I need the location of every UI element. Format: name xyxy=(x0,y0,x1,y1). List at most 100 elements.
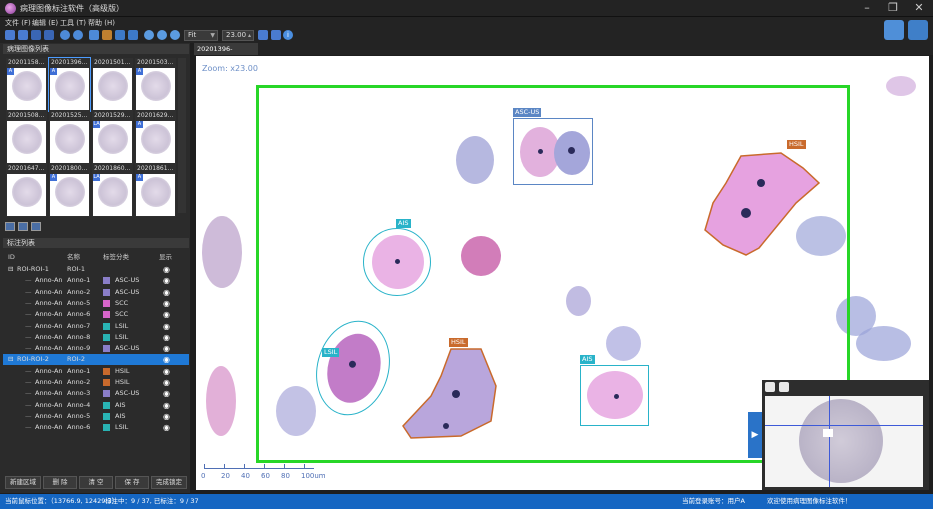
delete-button[interactable]: 删 除 xyxy=(43,476,77,489)
save-icon[interactable] xyxy=(31,30,41,40)
export-icon[interactable] xyxy=(128,30,138,40)
thumbnail-item[interactable]: 20201525... xyxy=(49,111,90,164)
flag-icon[interactable] xyxy=(258,30,268,40)
thumbnail-item[interactable]: 20201800... A xyxy=(49,164,90,217)
menu-help[interactable]: 帮助 (H) xyxy=(88,17,115,29)
home-icon[interactable] xyxy=(908,20,928,40)
roi-row[interactable]: ⊟ ROI-ROI-2 ROI-2 ◉ xyxy=(3,354,189,366)
visibility-eye-icon[interactable]: ◉ xyxy=(163,309,170,320)
maximize-button[interactable]: ❐ xyxy=(881,1,905,15)
visibility-eye-icon[interactable]: ◉ xyxy=(163,388,170,399)
zoom-out-icon[interactable] xyxy=(157,30,167,40)
anno-id: Anno-An xyxy=(35,366,63,375)
visibility-eye-icon[interactable]: ◉ xyxy=(163,411,170,422)
zoom-value-input[interactable]: 23.00 ▴ xyxy=(222,30,254,41)
annotation-row[interactable]: — Anno-An Anno-1 HSIL ◉ xyxy=(3,366,189,377)
zoom-in-icon[interactable] xyxy=(144,30,154,40)
thumbnail-item[interactable]: 20201860... LA xyxy=(92,164,133,217)
menu-file[interactable]: 文件 (F) xyxy=(5,17,31,29)
thumbnail-item[interactable]: 20201158... A xyxy=(6,58,47,111)
open-file-icon[interactable] xyxy=(18,30,28,40)
visibility-eye-icon[interactable]: ◉ xyxy=(163,298,170,309)
menu-edit[interactable]: 编辑 (E) xyxy=(32,17,58,29)
new-region-button[interactable]: 新建区域 xyxy=(5,476,41,489)
thumbnail-item[interactable]: 20201861... A xyxy=(135,164,176,217)
finish-lock-button[interactable]: 完成锁定 xyxy=(151,476,187,489)
visibility-eye-icon[interactable]: ◉ xyxy=(163,287,170,298)
thumbnail-item[interactable]: 20201647... xyxy=(6,164,47,217)
annotation-row[interactable]: — Anno-An Anno-5 SCC ◉ xyxy=(3,298,189,309)
visibility-eye-icon[interactable]: ◉ xyxy=(163,377,170,388)
anno-name: Anno-9 xyxy=(67,344,91,353)
panel-expand-button[interactable]: ▶ xyxy=(748,412,762,458)
annotation-row[interactable]: — Anno-An Anno-8 LSIL ◉ xyxy=(3,332,189,343)
collapse-toggle-icon[interactable]: ⊟ xyxy=(8,354,13,365)
tab-strip: 20201396-ASCUS.tif× xyxy=(194,43,933,65)
ais-ellipse[interactable] xyxy=(363,228,431,296)
report-icon[interactable] xyxy=(271,30,281,40)
anno-label: ASC-US xyxy=(115,287,140,296)
clear-button[interactable]: 清 空 xyxy=(79,476,113,489)
visibility-eye-icon[interactable]: ◉ xyxy=(163,366,170,377)
ascus-box[interactable] xyxy=(513,118,593,185)
thumbnail-item[interactable]: 20201508... xyxy=(6,111,47,164)
ais-box[interactable] xyxy=(580,365,649,426)
slide-viewer[interactable]: ASC-US HSIL AIS LSIL HSIL AIS Zoom: x23.… xyxy=(196,56,929,490)
thumbnail-scrollbar[interactable] xyxy=(178,58,186,213)
undo-icon[interactable] xyxy=(60,30,70,40)
minimap-center-icon[interactable] xyxy=(765,382,775,392)
minimap[interactable] xyxy=(765,396,923,487)
thumbnail-item[interactable]: 20201396... A xyxy=(48,57,91,112)
annotation-row[interactable]: — Anno-An Anno-6 SCC ◉ xyxy=(3,309,189,320)
visibility-eye-icon[interactable]: ◉ xyxy=(163,321,170,332)
save-all-icon[interactable] xyxy=(44,30,54,40)
close-button[interactable]: ✕ xyxy=(907,1,931,15)
fit-select[interactable]: Fit ▼ xyxy=(184,30,218,41)
annotation-row[interactable]: — Anno-An Anno-3 ASC-US ◉ xyxy=(3,388,189,399)
annotation-row[interactable]: — Anno-An Anno-9 ASC-US ◉ xyxy=(3,343,189,354)
tab-image[interactable]: 20201396-ASCUS.tif× xyxy=(194,43,258,65)
thumbnail-item[interactable]: 20201629... A xyxy=(135,111,176,164)
thumbnail-item[interactable]: 20201529... LA xyxy=(92,111,133,164)
tag-icon[interactable] xyxy=(89,30,99,40)
roi-row[interactable]: ⊟ ROI-ROI-1 ROI-1 ◉ xyxy=(3,264,189,275)
roi-id: ROI-ROI-2 xyxy=(17,355,49,364)
user-manage-icon[interactable] xyxy=(884,20,904,40)
image-icon[interactable] xyxy=(115,30,125,40)
visibility-eye-icon[interactable]: ◉ xyxy=(163,354,170,365)
visibility-eye-icon[interactable]: ◉ xyxy=(163,264,170,275)
hsil-polygon-bottom[interactable] xyxy=(401,346,501,441)
thumbnail-label: 20201800... xyxy=(51,165,88,172)
annotation-row[interactable]: — Anno-An Anno-6 LSIL ◉ xyxy=(3,422,189,433)
annotation-row[interactable]: — Anno-An Anno-2 ASC-US ◉ xyxy=(3,287,189,298)
thumbnail-label: 20201158... xyxy=(8,59,45,66)
collapse-toggle-icon[interactable]: ⊟ xyxy=(8,264,13,275)
thumbnail-item[interactable]: 20201503... A xyxy=(135,58,176,111)
minimize-button[interactable]: – xyxy=(855,1,879,15)
visibility-eye-icon[interactable]: ◉ xyxy=(163,332,170,343)
redo-icon[interactable] xyxy=(73,30,83,40)
open-folder-icon[interactable] xyxy=(5,30,15,40)
grid-view-icon[interactable] xyxy=(18,222,28,231)
thumbnail-item[interactable]: 20201501... xyxy=(92,58,133,111)
collapse-icon[interactable] xyxy=(5,222,15,231)
annotation-row[interactable]: — Anno-An Anno-1 ASC-US ◉ xyxy=(3,275,189,286)
hsil-polygon-top[interactable] xyxy=(701,148,821,258)
save-button[interactable]: 保 存 xyxy=(115,476,149,489)
layer-icon[interactable] xyxy=(102,30,112,40)
label-color-swatch xyxy=(103,367,110,375)
annotation-row[interactable]: — Anno-An Anno-5 AIS ◉ xyxy=(3,411,189,422)
menu-tools[interactable]: 工具 (T) xyxy=(60,17,86,29)
list-view-icon[interactable] xyxy=(31,222,41,231)
image-list-header: 病理图像列表 xyxy=(3,44,189,54)
visibility-eye-icon[interactable]: ◉ xyxy=(163,400,170,411)
visibility-eye-icon[interactable]: ◉ xyxy=(163,422,170,433)
visibility-eye-icon[interactable]: ◉ xyxy=(163,343,170,354)
info-icon[interactable]: i xyxy=(283,30,293,40)
annotation-row[interactable]: — Anno-An Anno-4 AIS ◉ xyxy=(3,400,189,411)
minimap-edit-icon[interactable] xyxy=(779,382,789,392)
annotation-row[interactable]: — Anno-An Anno-2 HSIL ◉ xyxy=(3,377,189,388)
rotate-icon[interactable] xyxy=(170,30,180,40)
annotation-row[interactable]: — Anno-An Anno-7 LSIL ◉ xyxy=(3,321,189,332)
visibility-eye-icon[interactable]: ◉ xyxy=(163,275,170,286)
